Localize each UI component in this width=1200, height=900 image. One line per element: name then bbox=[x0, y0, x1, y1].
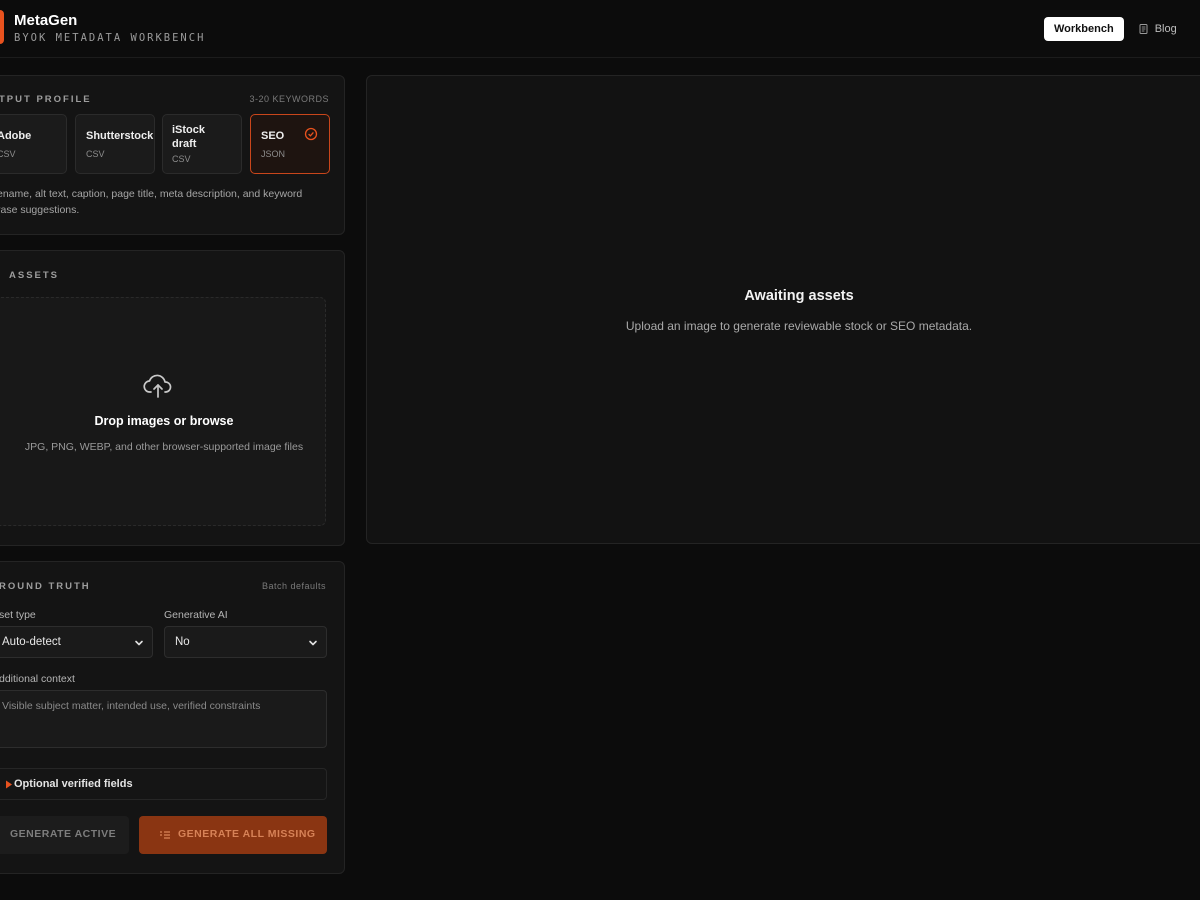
dropzone-title: Drop images or browse bbox=[94, 414, 234, 428]
caret-right-icon bbox=[6, 780, 12, 789]
profile-format: CSV bbox=[0, 149, 16, 159]
app-header: MetaGen BYOK METADATA WORKBENCH Workbenc… bbox=[0, 0, 1200, 58]
list-icon bbox=[160, 831, 170, 839]
asset-type-value: Auto-detect bbox=[2, 636, 61, 648]
profile-card-seo[interactable]: SEO JSON bbox=[250, 114, 330, 174]
assets-label: ASSETS bbox=[9, 270, 60, 281]
dropzone-subtitle: JPG, PNG, WEBP, and other browser-suppor… bbox=[24, 441, 304, 453]
profile-format: CSV bbox=[86, 149, 105, 159]
preview-subtitle: Upload an image to generate reviewable s… bbox=[625, 319, 973, 333]
generate-active-button[interactable]: GENERATE ACTIVE bbox=[0, 816, 129, 854]
generative-ai-select[interactable]: No bbox=[164, 626, 327, 658]
top-nav: Workbench Blog bbox=[1044, 15, 1194, 43]
generate-all-missing-label: GENERATE ALL MISSING bbox=[178, 828, 316, 840]
preview-panel: Awaiting assets Upload an image to gener… bbox=[366, 75, 1200, 544]
keyword-range-meta: 3-20 KEYWORDS bbox=[249, 94, 329, 104]
asset-type-select[interactable]: Auto-detect bbox=[0, 626, 153, 658]
app-title: MetaGen bbox=[14, 12, 78, 29]
profile-description: ename, alt text, caption, page title, me… bbox=[0, 188, 303, 216]
generate-active-label: GENERATE ACTIVE bbox=[10, 828, 117, 840]
additional-context-input[interactable]: Visible subject matter, intended use, ve… bbox=[0, 690, 327, 748]
profile-format: JSON bbox=[261, 149, 286, 159]
assets-panel: ASSETS Drop images or browse JPG, PNG, W… bbox=[0, 250, 345, 546]
profile-card-shutterstock[interactable]: Shutterstock CSV bbox=[75, 114, 155, 174]
image-dropzone[interactable]: Drop images or browse JPG, PNG, WEBP, an… bbox=[0, 297, 326, 526]
nav-workbench-label: Workbench bbox=[1054, 23, 1114, 35]
profile-name: SEO bbox=[261, 130, 285, 142]
optional-fields-label: Optional verified fields bbox=[14, 778, 133, 790]
optional-verified-fields-toggle[interactable]: Optional verified fields bbox=[0, 768, 327, 800]
app-subtitle: BYOK METADATA WORKBENCH bbox=[14, 32, 206, 44]
chevron-down-icon bbox=[309, 640, 317, 646]
nav-workbench-button[interactable]: Workbench bbox=[1044, 17, 1124, 41]
output-profile-panel: TPUT PROFILE 3-20 KEYWORDS Adobe CSV Shu… bbox=[0, 75, 345, 235]
document-icon bbox=[1139, 24, 1148, 34]
ground-truth-panel: ROUND TRUTH Batch defaults set type Auto… bbox=[0, 561, 345, 874]
context-placeholder: Visible subject matter, intended use, ve… bbox=[2, 700, 261, 712]
additional-context-label: dditional context bbox=[0, 673, 75, 685]
profile-card-adobe[interactable]: Adobe CSV bbox=[0, 114, 67, 174]
generative-ai-value: No bbox=[175, 636, 190, 648]
profile-name: Adobe bbox=[0, 130, 32, 142]
generate-all-missing-button[interactable]: GENERATE ALL MISSING bbox=[139, 816, 327, 854]
batch-defaults-meta: Batch defaults bbox=[261, 581, 326, 591]
preview-title: Awaiting assets bbox=[744, 288, 854, 304]
profile-name: iStock draft bbox=[172, 124, 206, 150]
nav-blog-label: Blog bbox=[1154, 23, 1177, 35]
profile-format: CSV bbox=[172, 154, 191, 164]
ground-truth-label: ROUND TRUTH bbox=[0, 581, 91, 592]
generative-ai-label: Generative AI bbox=[164, 609, 228, 621]
logo-icon bbox=[0, 10, 4, 44]
check-circle-icon bbox=[304, 127, 318, 141]
cloud-upload-icon bbox=[143, 374, 172, 398]
output-profile-label: TPUT PROFILE bbox=[0, 94, 92, 105]
profile-card-istock[interactable]: iStock draft CSV bbox=[162, 114, 242, 174]
asset-type-label: set type bbox=[0, 609, 36, 621]
nav-blog-button[interactable]: Blog bbox=[1128, 17, 1187, 41]
chevron-down-icon bbox=[135, 640, 143, 646]
profile-name: Shutterstock bbox=[86, 130, 154, 142]
